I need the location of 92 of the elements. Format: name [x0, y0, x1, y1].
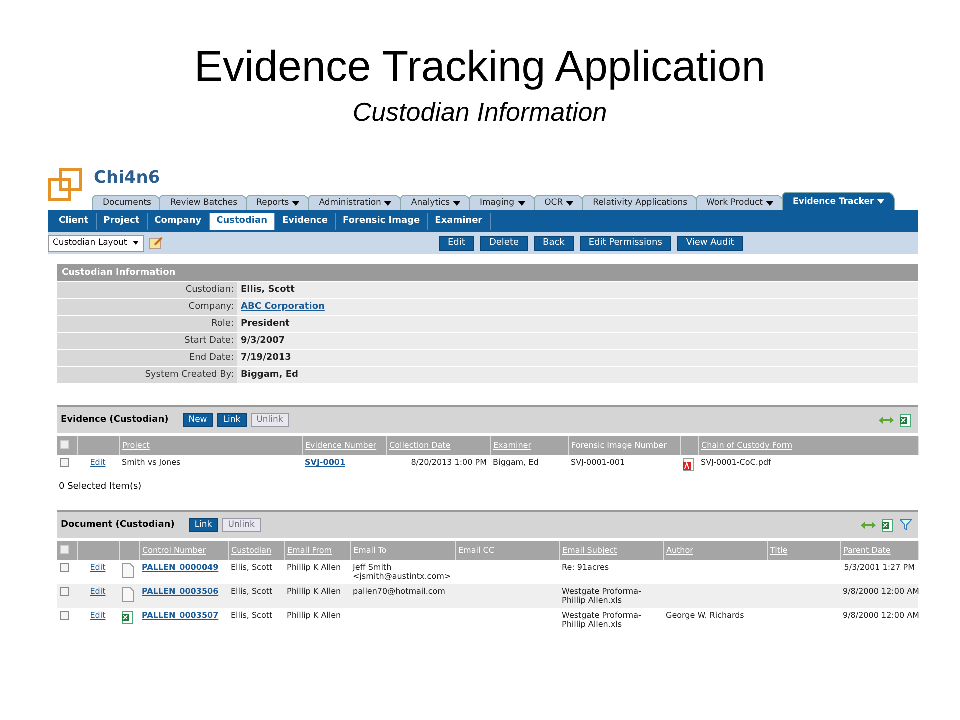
- nav-tab[interactable]: Administration: [308, 195, 402, 210]
- nav-tab[interactable]: OCR: [534, 195, 584, 210]
- field-value: Ellis, Scott: [237, 282, 918, 298]
- table-cell: George W. Richards: [666, 611, 744, 620]
- select-all-checkbox[interactable]: [60, 545, 69, 554]
- caret-icon: [133, 241, 139, 246]
- edit-link[interactable]: Edit: [90, 563, 106, 572]
- row-checkbox[interactable]: [60, 458, 69, 468]
- toolbar-button[interactable]: Delete: [480, 236, 528, 251]
- table-cell: Westgate Proforma-Phillip Allen.xls: [562, 611, 642, 630]
- nav-tab[interactable]: Imaging: [469, 195, 536, 210]
- filter-icon[interactable]: [900, 519, 912, 532]
- table-cell: SVJ-0001-001: [571, 458, 626, 468]
- table-cell: 9/8/2000 12:00 AM: [843, 587, 920, 596]
- edit-link[interactable]: Edit: [90, 611, 106, 620]
- field-label: Role:: [57, 316, 237, 332]
- column-header: Email To: [354, 546, 387, 556]
- record-link[interactable]: SVJ-0001: [305, 458, 346, 468]
- nav-tab[interactable]: Relativity Applications: [582, 195, 698, 210]
- sub-tab[interactable]: Custodian: [210, 212, 276, 230]
- sub-tab[interactable]: Examiner: [428, 212, 491, 230]
- table-cell: Phillip K Allen: [287, 587, 342, 596]
- table-cell: SVJ-0001-CoC.pdf: [701, 458, 772, 468]
- slide-title: Evidence Tracking Application: [194, 44, 766, 92]
- field-link[interactable]: ABC Corporation: [237, 299, 918, 316]
- layout-select[interactable]: Custodian Layout: [48, 234, 144, 252]
- row-checkbox[interactable]: [60, 611, 69, 620]
- slide-subtitle: Custodian Information: [352, 97, 608, 128]
- nav-tab[interactable]: Review Batches: [159, 195, 248, 210]
- panel-button[interactable]: Link: [217, 413, 247, 428]
- pdf-icon: [683, 458, 695, 472]
- column-header: Email CC: [458, 546, 494, 556]
- table-cell: Jeff Smith <jsmith@austintx.com>: [353, 563, 452, 582]
- logo-icon: [48, 168, 84, 204]
- selected-count: 0 Selected Item(s): [58, 481, 143, 494]
- column-header: Forensic Image Number: [572, 441, 667, 450]
- field-value: 7/19/2013: [237, 350, 918, 366]
- document-icon: [122, 563, 134, 578]
- note-icon[interactable]: [149, 237, 163, 250]
- select-all-checkbox[interactable]: [60, 440, 69, 450]
- row-checkbox[interactable]: [60, 563, 69, 572]
- record-link[interactable]: PALLEN_0000049: [142, 563, 219, 572]
- excel-icon[interactable]: [882, 518, 894, 532]
- excel-icon[interactable]: [900, 414, 912, 427]
- table-cell: Phillip K Allen: [287, 611, 342, 620]
- edit-link[interactable]: Edit: [90, 587, 106, 596]
- toolbar-button[interactable]: Edit: [439, 236, 474, 251]
- row-checkbox[interactable]: [60, 587, 69, 596]
- panel-button[interactable]: New: [182, 413, 214, 428]
- field-label: End Date:: [57, 350, 237, 366]
- double-arrow-icon[interactable]: [861, 520, 876, 530]
- table-cell: Ellis, Scott: [231, 587, 273, 596]
- sub-tab[interactable]: Evidence: [275, 212, 336, 230]
- panel-title: Evidence (Custodian): [61, 415, 169, 426]
- field-value: 9/3/2007: [237, 333, 918, 350]
- sub-tab[interactable]: Client: [52, 212, 97, 230]
- sub-tab[interactable]: Forensic Image: [336, 212, 428, 230]
- table-cell: Re: 91acres: [562, 563, 610, 572]
- double-arrow-icon[interactable]: [879, 416, 894, 425]
- field-label: System Created By:: [57, 367, 237, 384]
- nav-tab[interactable]: Documents: [92, 195, 162, 210]
- table-cell: Smith vs Jones: [122, 458, 181, 468]
- document-icon: [122, 587, 134, 602]
- table-cell: Ellis, Scott: [231, 563, 273, 572]
- toolbar-button[interactable]: Back: [534, 236, 574, 251]
- spreadsheet-icon: [122, 611, 134, 624]
- field-value: President: [237, 316, 918, 332]
- edit-link[interactable]: Edit: [90, 458, 106, 468]
- toolbar-button[interactable]: View Audit: [677, 236, 744, 251]
- nav-tab[interactable]: Evidence Tracker: [782, 192, 896, 210]
- nav-tab[interactable]: Reports: [246, 195, 310, 210]
- nav-tab[interactable]: Analytics: [400, 195, 472, 210]
- sub-tab[interactable]: Project: [96, 212, 148, 230]
- section-header: Custodian Information: [57, 264, 918, 282]
- app-logo-text: Chi4n6: [94, 168, 160, 188]
- panel-button[interactable]: Link: [188, 518, 218, 532]
- record-link[interactable]: PALLEN_0003507: [142, 611, 219, 620]
- field-label: Company:: [57, 299, 237, 316]
- table-cell: Ellis, Scott: [231, 611, 273, 620]
- table-cell: 5/3/2001 1:27 PM: [844, 563, 915, 572]
- field-label: Custodian:: [57, 282, 237, 298]
- table-cell: pallen70@hotmail.com: [353, 587, 446, 596]
- nav-tab[interactable]: Work Product: [696, 195, 784, 210]
- table-cell: 9/8/2000 12:00 AM: [843, 611, 920, 620]
- table-cell: Biggam, Ed: [493, 458, 539, 468]
- toolbar-button[interactable]: Edit Permissions: [580, 236, 672, 251]
- panel-title: Document (Custodian): [61, 520, 175, 530]
- table-cell: Westgate Proforma-Phillip Allen.xls: [562, 587, 642, 606]
- table-cell: 8/20/2013 1:00 PM: [411, 458, 487, 468]
- field-label: Start Date:: [57, 333, 237, 350]
- table-cell: Phillip K Allen: [287, 563, 342, 572]
- field-value: Biggam, Ed: [237, 367, 918, 384]
